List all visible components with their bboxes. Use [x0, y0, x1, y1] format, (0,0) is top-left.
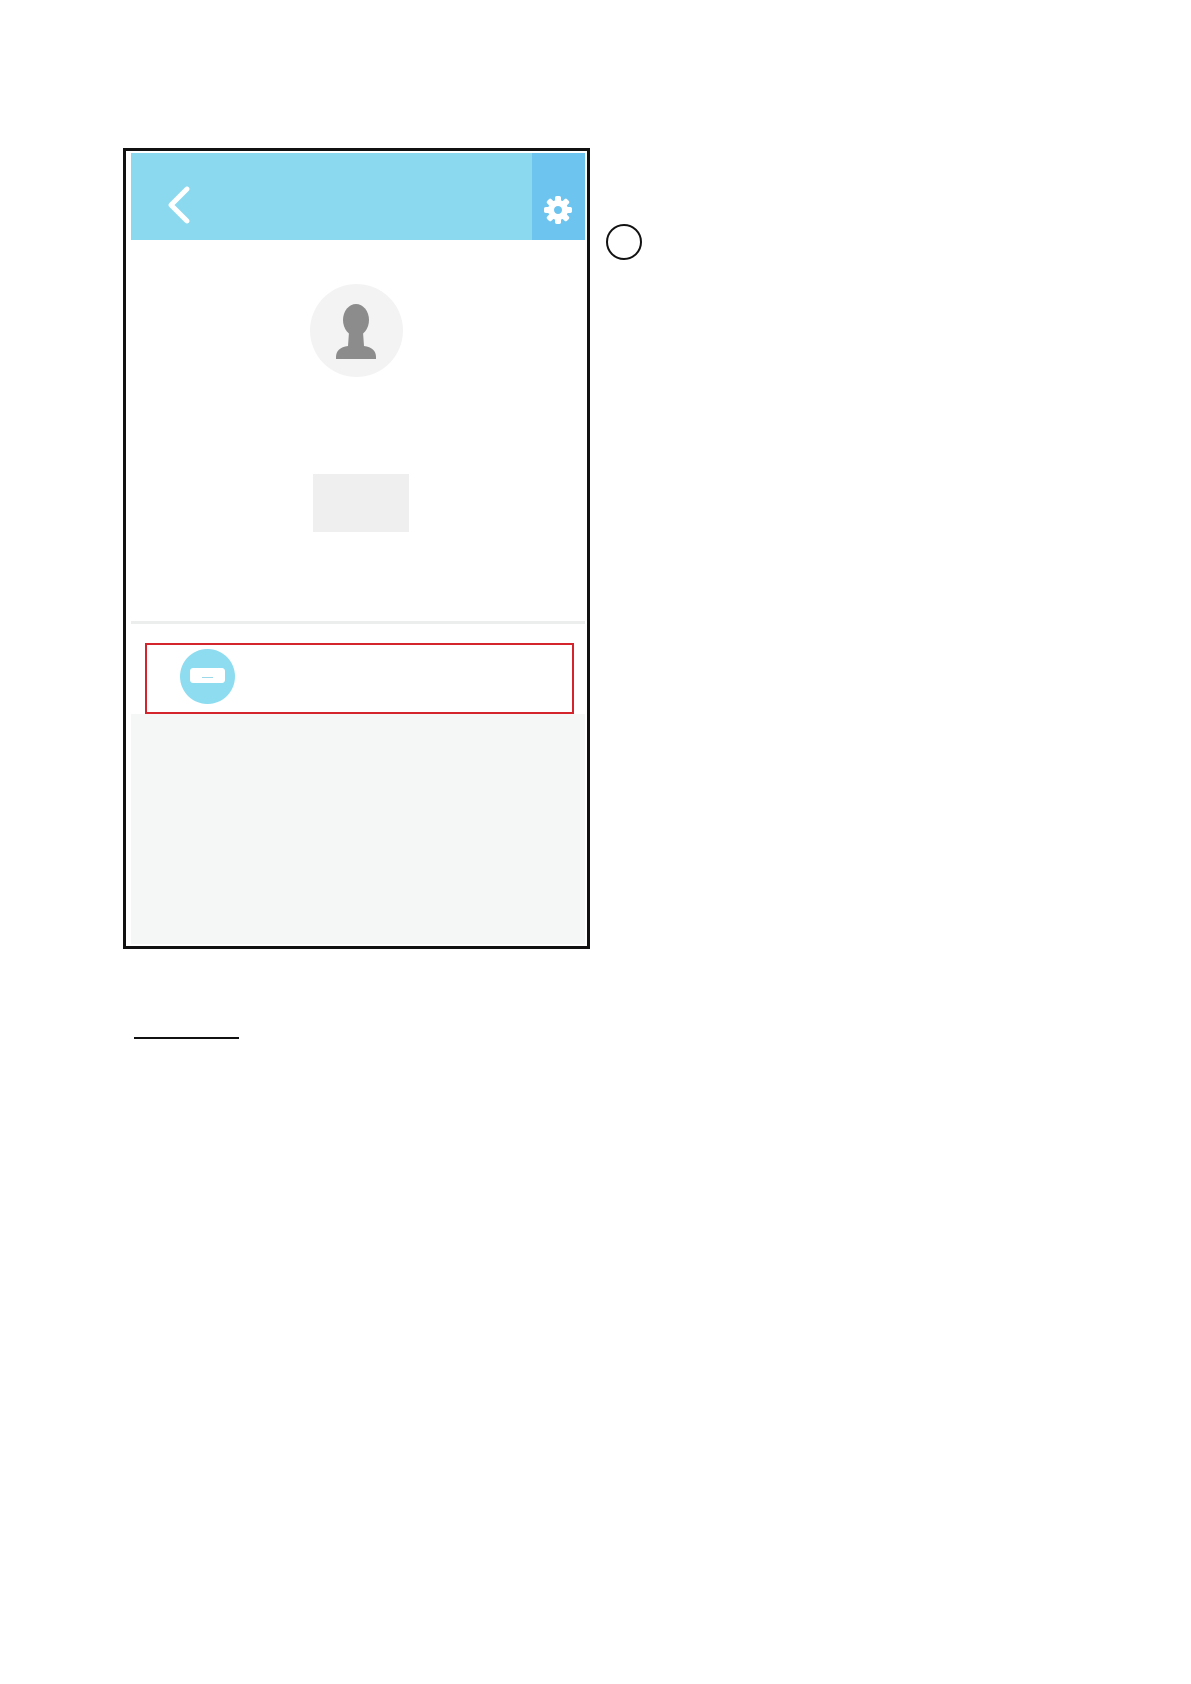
profile-section: [131, 240, 585, 621]
chevron-left-icon: [168, 186, 190, 224]
ac-unit-shape: [190, 668, 225, 683]
avatar[interactable]: [310, 284, 403, 377]
air-conditioner-icon: [180, 649, 235, 704]
gear-icon: [544, 196, 572, 224]
app-screen: [131, 153, 585, 944]
username-field[interactable]: [313, 474, 409, 532]
step-number-circle: [606, 224, 642, 260]
back-button[interactable]: [157, 183, 201, 227]
note-heading: [134, 1009, 239, 1039]
phone-screenshot-frame: [123, 148, 590, 949]
person-silhouette-icon: [336, 304, 376, 359]
settings-button[interactable]: [532, 153, 585, 240]
app-header: [131, 153, 585, 240]
ac-vent-line: [202, 677, 213, 678]
device-list-item[interactable]: [131, 624, 585, 714]
